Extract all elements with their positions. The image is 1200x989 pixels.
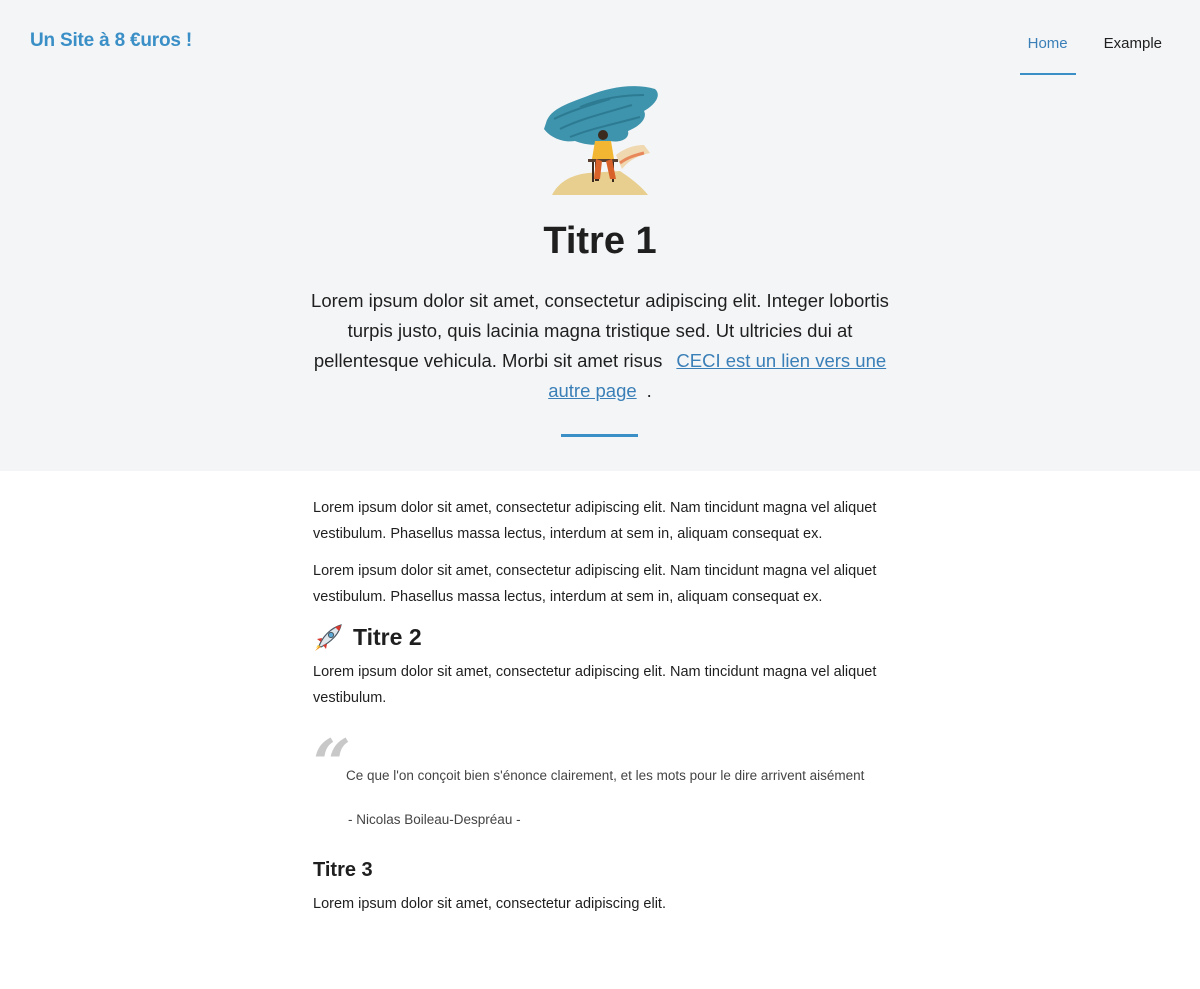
- blockquote: “ Ce que l'on conçoit bien s'énonce clai…: [313, 731, 883, 851]
- hero-trailing: .: [646, 380, 652, 401]
- hero-intro: Lorem ipsum dolor sit amet, consectetur …: [310, 286, 890, 406]
- writer-under-tree-illustration: [544, 86, 658, 195]
- hero-divider: [561, 434, 638, 437]
- quote-text: Ce que l'on conçoit bien s'énonce claire…: [346, 768, 865, 783]
- heading-2-text: Titre 2: [353, 623, 422, 650]
- heading-3: Titre 3: [313, 859, 373, 881]
- paragraph: Lorem ipsum dolor sit amet, consectetur …: [313, 896, 666, 912]
- page-title: Titre 1: [543, 220, 657, 262]
- nav-item-home[interactable]: Home: [1019, 24, 1076, 75]
- paragraph: Lorem ipsum dolor sit amet, consectetur …: [313, 500, 877, 542]
- heading-2: Titre 2: [313, 622, 883, 652]
- main-nav: Home Example: [1000, 24, 1170, 75]
- rocket-icon: [315, 624, 342, 651]
- site-title-link[interactable]: Un Site à 8 €uros !: [30, 30, 192, 52]
- nav-item-example[interactable]: Example: [1096, 24, 1170, 75]
- paragraph: Lorem ipsum dolor sit amet, consectetur …: [313, 563, 877, 605]
- hero-section: Un Site à 8 €uros ! Home Example Titre 1…: [0, 0, 1200, 471]
- main-content: Lorem ipsum dolor sit amet, consectetur …: [313, 496, 883, 918]
- quote-author: - Nicolas Boileau-Despréau -: [348, 812, 521, 827]
- paragraph: Lorem ipsum dolor sit amet, consectetur …: [313, 664, 877, 706]
